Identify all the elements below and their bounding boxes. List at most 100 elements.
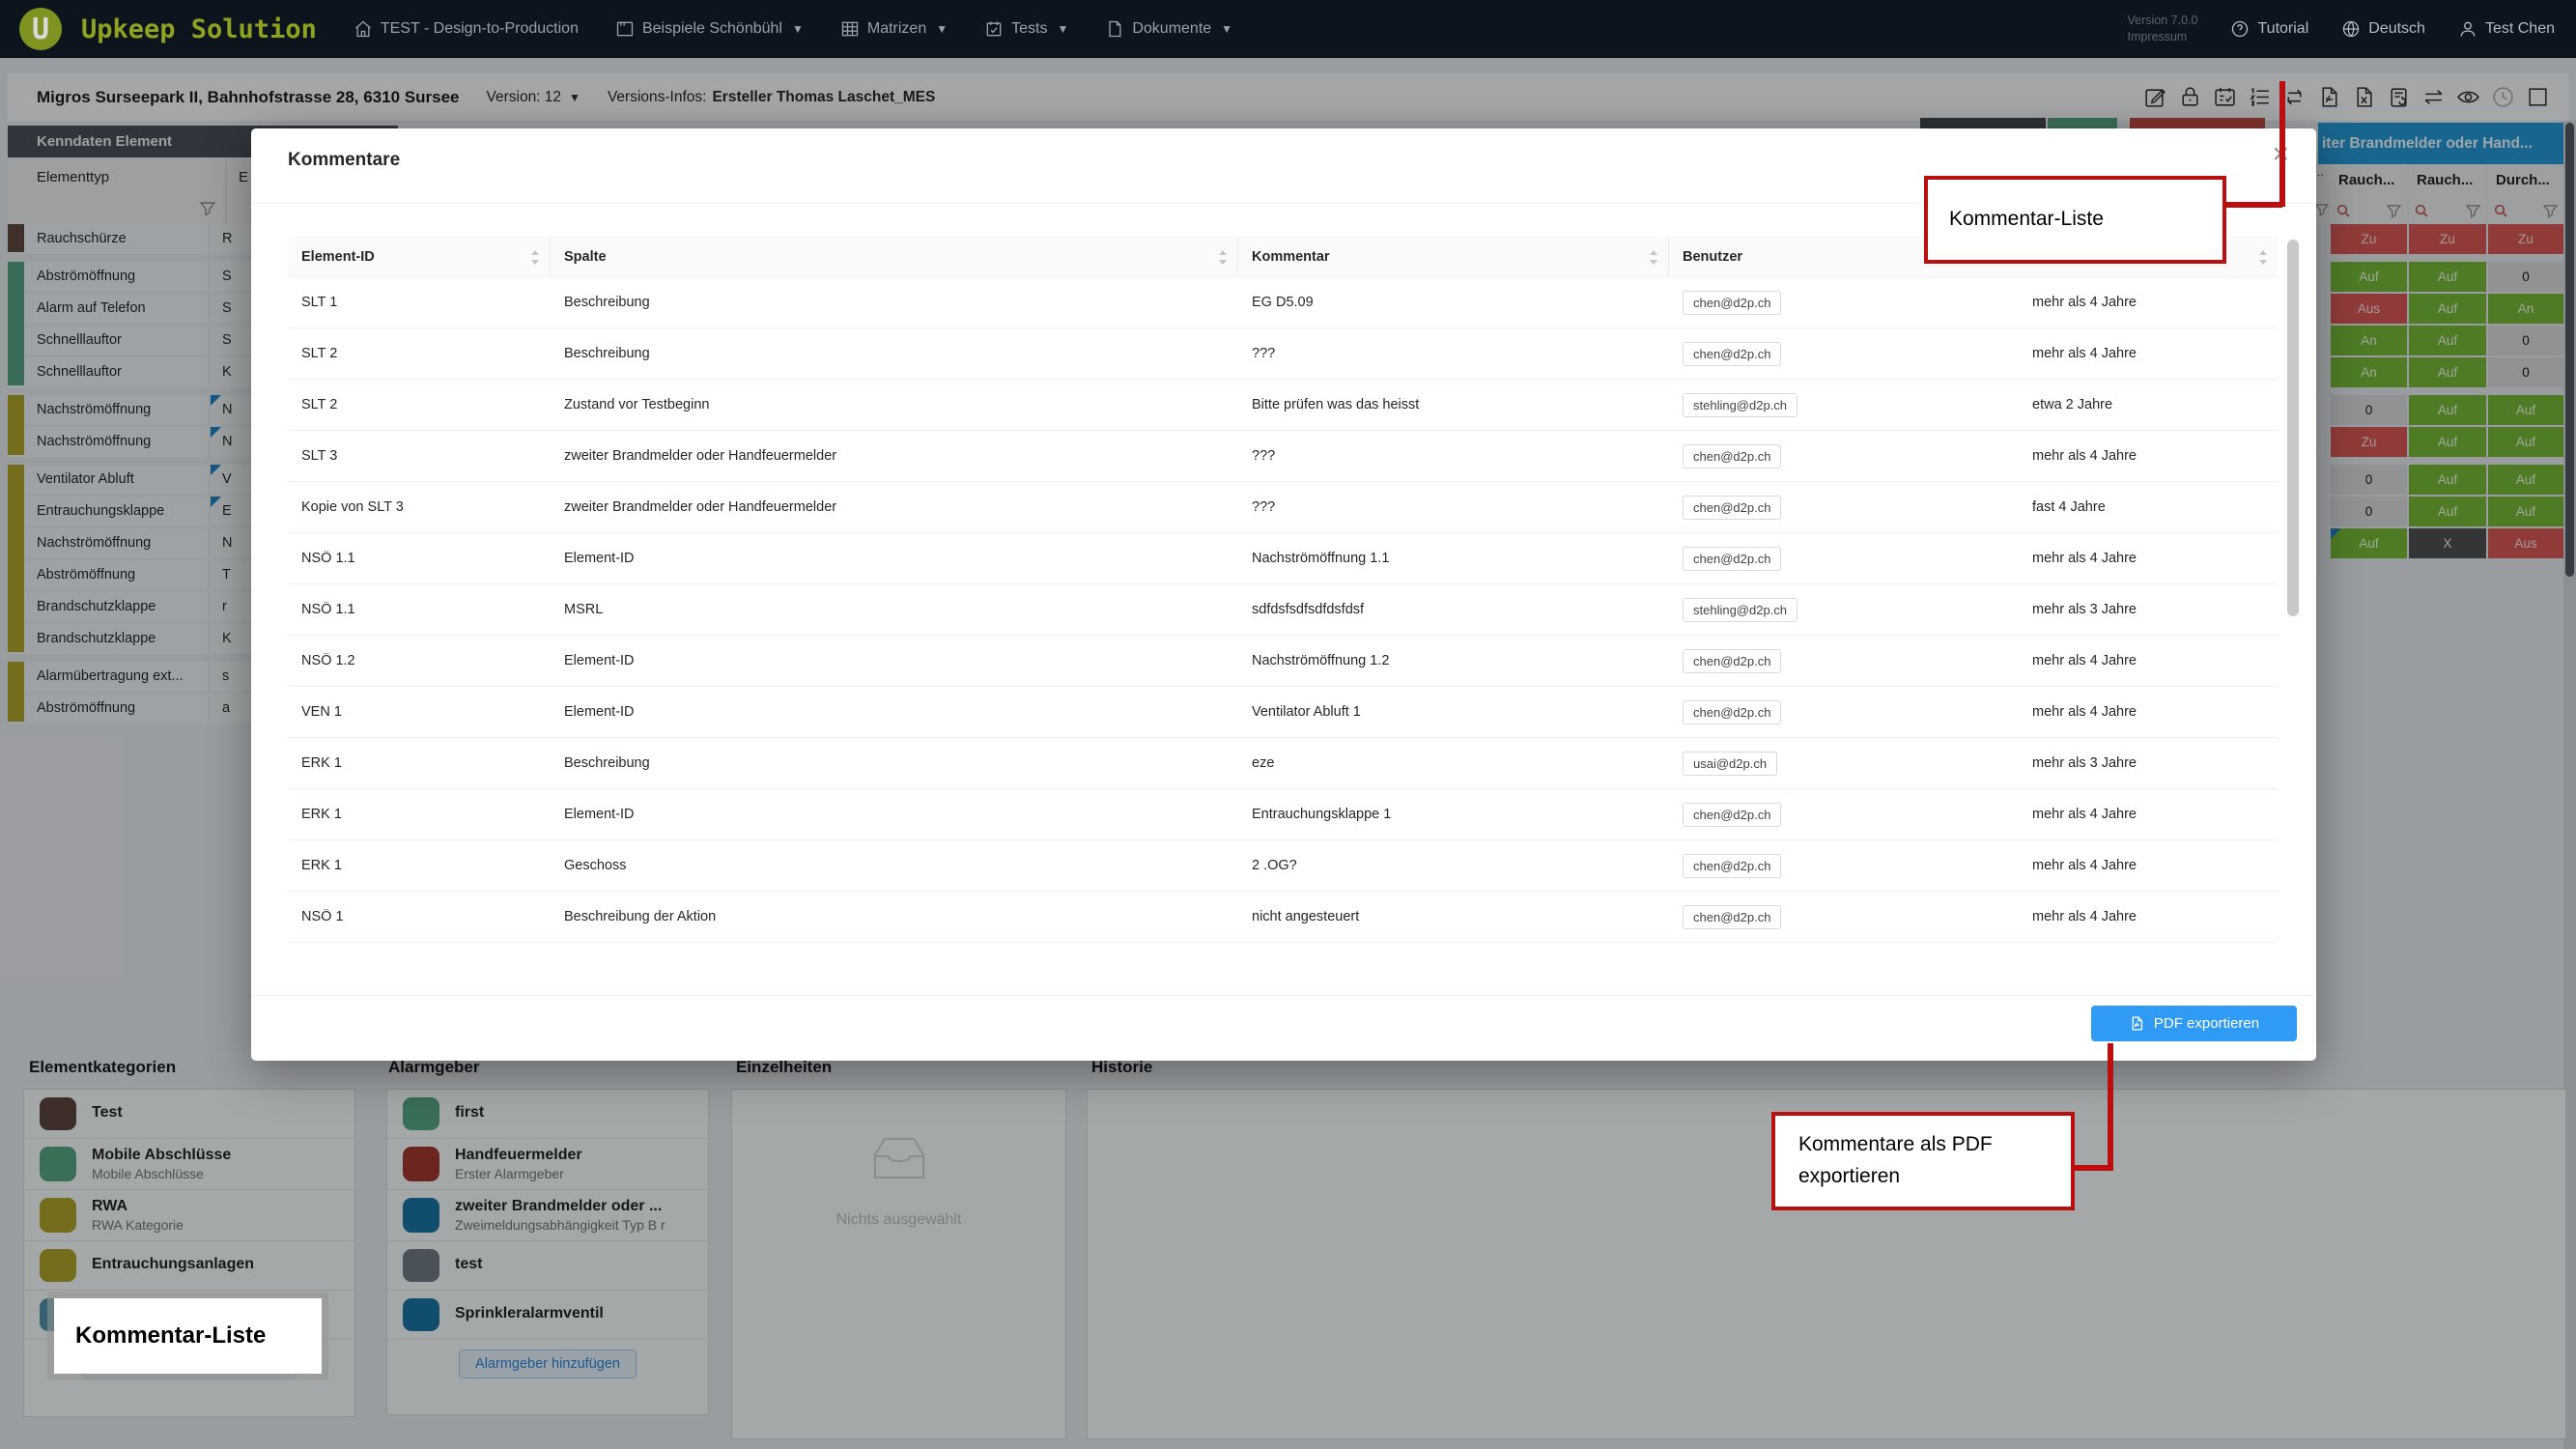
cell-element-id: ERK 1 — [288, 807, 551, 822]
grid-icon — [840, 19, 860, 39]
cell-spalte: Zustand vor Testbeginn — [551, 397, 1238, 412]
app-logo[interactable]: U — [19, 8, 62, 50]
annotation-kommentar-liste: Kommentar-Liste — [1924, 176, 2226, 264]
impressum-link[interactable]: Impressum — [2128, 29, 2198, 45]
cell-zeit: mehr als 4 Jahre — [2019, 295, 2278, 310]
column-header-element-id[interactable]: Element-ID — [288, 237, 551, 276]
table-row: ERK 1 Element-ID Entrauchungsklappe 1 ch… — [288, 789, 2278, 840]
user-badge: chen@d2p.ch — [1683, 854, 1781, 878]
cell-benutzer: chen@d2p.ch — [1669, 854, 2019, 878]
cell-zeit: mehr als 4 Jahre — [2019, 704, 2278, 720]
user-badge: chen@d2p.ch — [1683, 700, 1781, 724]
cell-zeit: mehr als 4 Jahre — [2019, 858, 2278, 873]
globe-icon — [2341, 19, 2361, 39]
cell-kommentar: ??? — [1238, 346, 1669, 361]
user-badge: chen@d2p.ch — [1683, 649, 1781, 673]
checklist-icon — [984, 19, 1004, 39]
language-selector[interactable]: Deutsch — [2341, 19, 2425, 39]
nav-item-beispiele[interactable]: Beispiele Schönbühl▼ — [615, 19, 804, 39]
table-row: SLT 2 Beschreibung ??? chen@d2p.ch mehr … — [288, 328, 2278, 380]
column-header-kommentar[interactable]: Kommentar — [1238, 237, 1669, 276]
table-row: SLT 1 Beschreibung EG D5.09 chen@d2p.ch … — [288, 277, 2278, 328]
cell-spalte: zweiter Brandmelder oder Handfeuermelder — [551, 448, 1238, 464]
table-row: SLT 2 Zustand vor Testbeginn Bitte prüfe… — [288, 380, 2278, 431]
cell-benutzer: chen@d2p.ch — [1669, 803, 2019, 827]
cell-benutzer: chen@d2p.ch — [1669, 700, 2019, 724]
cell-benutzer: chen@d2p.ch — [1669, 496, 2019, 520]
cell-element-id: NSÖ 1.2 — [288, 653, 551, 668]
brand-title[interactable]: Upkeep Solution — [81, 14, 317, 44]
table-row: ERK 1 Geschoss 2 .OG? chen@d2p.ch mehr a… — [288, 840, 2278, 892]
user-icon — [2458, 19, 2477, 39]
cell-kommentar: eze — [1238, 755, 1669, 771]
user-badge: chen@d2p.ch — [1683, 547, 1781, 571]
cell-element-id: NSÖ 1 — [288, 909, 551, 924]
cell-spalte: Element-ID — [551, 704, 1238, 720]
cell-spalte: Beschreibung der Aktion — [551, 909, 1238, 924]
cell-element-id: NSÖ 1.1 — [288, 551, 551, 566]
cell-zeit: mehr als 4 Jahre — [2019, 909, 2278, 924]
cell-element-id: SLT 2 — [288, 397, 551, 412]
help-icon — [2230, 19, 2250, 39]
cell-element-id: NSÖ 1.1 — [288, 602, 551, 617]
table-row: NSÖ 1.1 Element-ID Nachströmöffnung 1.1 … — [288, 533, 2278, 584]
chevron-down-icon: ▼ — [1057, 22, 1068, 36]
cell-kommentar: Entrauchungsklappe 1 — [1238, 807, 1669, 822]
cell-element-id: SLT 2 — [288, 346, 551, 361]
cell-benutzer: chen@d2p.ch — [1669, 649, 2019, 673]
cell-kommentar: Bitte prüfen was das heisst — [1238, 397, 1669, 412]
cell-element-id: ERK 1 — [288, 858, 551, 873]
table-row: Kopie von SLT 3 zweiter Brandmelder oder… — [288, 482, 2278, 533]
table-row: VEN 1 Element-ID Ventilator Abluft 1 che… — [288, 687, 2278, 738]
cell-kommentar: 2 .OG? — [1238, 858, 1669, 873]
cell-zeit: mehr als 4 Jahre — [2019, 448, 2278, 464]
cell-zeit: mehr als 3 Jahre — [2019, 602, 2278, 617]
user-menu[interactable]: Test Chen — [2458, 19, 2555, 39]
cell-benutzer: stehling@d2p.ch — [1669, 598, 2019, 622]
chevron-down-icon: ▼ — [936, 22, 948, 36]
user-badge: chen@d2p.ch — [1683, 342, 1781, 366]
cell-element-id: SLT 3 — [288, 448, 551, 464]
table-row: SLT 3 zweiter Brandmelder oder Handfeuer… — [288, 431, 2278, 482]
table-row: NSÖ 1.1 MSRL sdfdsfsdfsdfdsfdsf stehling… — [288, 584, 2278, 636]
cell-zeit: mehr als 4 Jahre — [2019, 807, 2278, 822]
user-badge: chen@d2p.ch — [1683, 905, 1781, 929]
table-row: NSÖ 1 Beschreibung der Aktion nicht ange… — [288, 892, 2278, 943]
nav-item-tests[interactable]: Tests▼ — [984, 19, 1068, 39]
cell-benutzer: usai@d2p.ch — [1669, 752, 2019, 776]
user-badge: usai@d2p.ch — [1683, 752, 1777, 776]
tutorial-link[interactable]: Tutorial — [2230, 19, 2308, 39]
column-header-spalte[interactable]: Spalte — [551, 237, 1238, 276]
user-badge: chen@d2p.ch — [1683, 444, 1781, 469]
user-badge: chen@d2p.ch — [1683, 291, 1781, 315]
table-scrollbar-thumb[interactable] — [2287, 240, 2299, 616]
pdf-file-icon — [2129, 1015, 2145, 1032]
nav-item-dokumente[interactable]: Dokumente▼ — [1105, 19, 1232, 39]
user-badge: stehling@d2p.ch — [1683, 598, 1798, 622]
document-icon — [1105, 19, 1124, 39]
cell-spalte: Geschoss — [551, 858, 1238, 873]
pdf-export-button[interactable]: PDF exportieren — [2091, 1006, 2297, 1041]
cell-kommentar: sdfdsfsdfsdfdsfdsf — [1238, 602, 1669, 617]
sort-icon — [530, 250, 540, 265]
modal-title: Kommentare — [288, 150, 400, 171]
cell-benutzer: stehling@d2p.ch — [1669, 393, 2019, 417]
cell-spalte: zweiter Brandmelder oder Handfeuermelder — [551, 499, 1238, 515]
cell-benutzer: chen@d2p.ch — [1669, 291, 2019, 315]
cell-kommentar: Nachströmöffnung 1.2 — [1238, 653, 1669, 668]
nav-item-project[interactable]: TEST - Design-to-Production — [354, 19, 579, 39]
cell-kommentar: Nachströmöffnung 1.1 — [1238, 551, 1669, 566]
sort-icon — [1218, 250, 1228, 265]
cell-spalte: Beschreibung — [551, 755, 1238, 771]
cell-kommentar: ??? — [1238, 499, 1669, 515]
annotation-connector — [2073, 1165, 2113, 1171]
cell-zeit: fast 4 Jahre — [2019, 499, 2278, 515]
cell-element-id: SLT 1 — [288, 295, 551, 310]
nav-item-matrizen[interactable]: Matrizen▼ — [840, 19, 948, 39]
cell-zeit: mehr als 3 Jahre — [2019, 755, 2278, 771]
comments-table-body: SLT 1 Beschreibung EG D5.09 chen@d2p.ch … — [288, 277, 2278, 943]
home-icon — [354, 19, 373, 39]
cell-element-id: ERK 1 — [288, 755, 551, 771]
user-badge: chen@d2p.ch — [1683, 496, 1781, 520]
top-navbar: U Upkeep Solution TEST - Design-to-Produ… — [0, 0, 2576, 58]
